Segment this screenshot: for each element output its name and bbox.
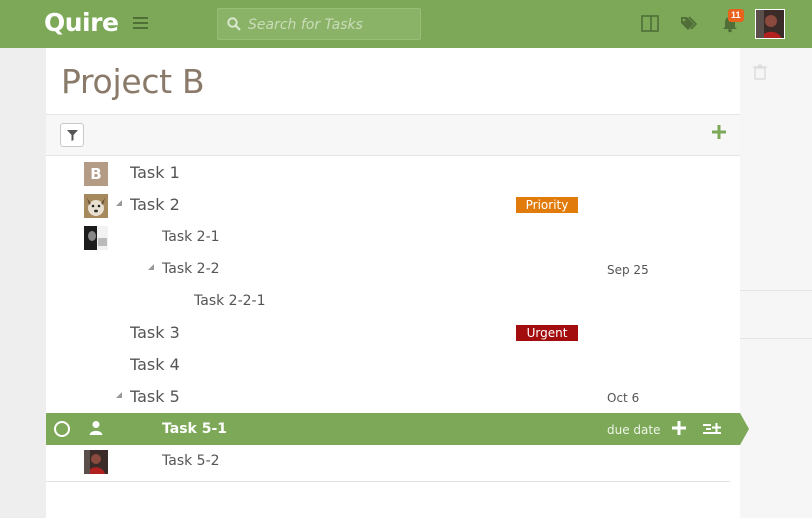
task-row[interactable]: Task 3 Urgent xyxy=(46,317,740,349)
complete-checkbox[interactable] xyxy=(54,421,70,437)
due-date[interactable]: Sep 25 xyxy=(607,263,649,277)
task-name[interactable]: Task 5-1 xyxy=(162,421,227,437)
task-row[interactable]: Task 5 Oct 6 xyxy=(46,381,740,413)
search-input[interactable] xyxy=(248,15,413,35)
assignee-avatar[interactable] xyxy=(84,226,108,250)
task-row[interactable]: Task 4 xyxy=(46,349,740,381)
task-row[interactable]: Task 2-2-1 xyxy=(46,285,740,317)
add-task-icon[interactable] xyxy=(712,125,726,139)
due-date-placeholder[interactable]: due date xyxy=(607,423,660,437)
collapse-toggle-icon[interactable] xyxy=(148,264,154,270)
menu-icon[interactable] xyxy=(133,17,148,30)
search-icon xyxy=(227,17,241,31)
task-name[interactable]: Task 2-1 xyxy=(162,229,220,245)
details-pane-background xyxy=(740,48,812,518)
list-end-divider xyxy=(46,481,730,482)
notification-badge: 11 xyxy=(728,9,744,22)
collapse-toggle-icon[interactable] xyxy=(116,200,122,206)
divider xyxy=(740,290,812,291)
top-bar: Quire 11 xyxy=(0,0,812,48)
search-box[interactable] xyxy=(217,8,421,40)
tag-urgent[interactable]: Urgent xyxy=(516,325,578,341)
project-title[interactable]: Project B xyxy=(61,62,205,101)
task-name[interactable]: Task 2-2-1 xyxy=(194,293,266,309)
divider xyxy=(740,338,812,339)
task-row[interactable]: Task 2-2 Sep 25 xyxy=(46,253,740,285)
task-toolbar xyxy=(46,114,740,156)
assignee-avatar[interactable] xyxy=(84,450,108,474)
selection-arrow xyxy=(740,413,749,445)
plus-icon[interactable] xyxy=(672,421,686,435)
filter-button[interactable] xyxy=(60,123,84,147)
user-icon[interactable] xyxy=(88,420,104,436)
task-name[interactable]: Task 4 xyxy=(130,355,180,374)
task-row[interactable]: Task 2 Priority xyxy=(46,189,740,221)
app-logo[interactable]: Quire xyxy=(44,8,119,37)
task-name[interactable]: Task 1 xyxy=(130,163,180,182)
task-row[interactable]: Task 2-1 xyxy=(46,221,740,253)
task-row-selected[interactable]: Task 5-1 due date xyxy=(46,413,749,445)
task-name[interactable]: Task 5-2 xyxy=(162,453,220,469)
task-name[interactable]: Task 2-2 xyxy=(162,261,220,277)
add-subtask-icon[interactable] xyxy=(703,422,721,436)
task-name[interactable]: Task 5 xyxy=(130,387,180,406)
task-name[interactable]: Task 3 xyxy=(130,323,180,342)
task-panel: Project B B Task 1 Task 2 Priority Task … xyxy=(46,48,749,518)
task-row[interactable]: B Task 1 xyxy=(46,157,740,189)
trash-icon[interactable] xyxy=(753,64,767,80)
tags-icon[interactable] xyxy=(680,15,700,32)
collapse-toggle-icon[interactable] xyxy=(116,392,122,398)
due-date[interactable]: Oct 6 xyxy=(607,391,639,405)
filter-icon xyxy=(67,130,78,141)
task-row[interactable]: Task 5-2 xyxy=(46,445,740,477)
assignee-avatar[interactable] xyxy=(84,194,108,218)
assignee-avatar[interactable]: B xyxy=(84,162,108,186)
user-avatar[interactable] xyxy=(755,9,785,39)
panel-toggle-icon[interactable] xyxy=(641,15,659,32)
task-name[interactable]: Task 2 xyxy=(130,195,180,214)
tag-priority[interactable]: Priority xyxy=(516,197,578,213)
